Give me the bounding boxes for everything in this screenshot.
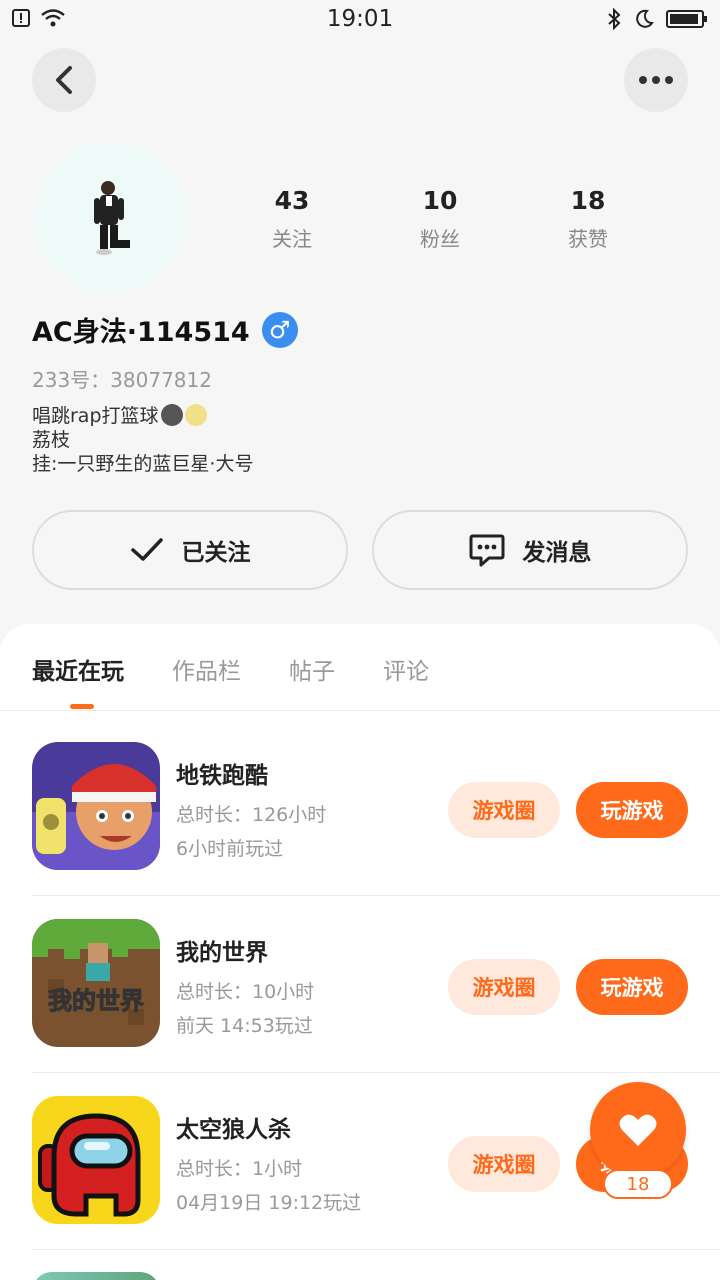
- among-us-game-icon[interactable]: [32, 1096, 160, 1224]
- play-game-button[interactable]: 玩游戏: [576, 782, 688, 838]
- male-gender-icon: ♂: [261, 311, 298, 348]
- game-duration: 总时长：10小时: [176, 981, 315, 1003]
- stat-likes-label: 获赞: [568, 227, 608, 251]
- subway-surfers-art-icon: [32, 742, 160, 870]
- chat-bubble-icon: [469, 534, 504, 567]
- check-icon: [130, 538, 163, 561]
- game-duration: 总时长：126小时: [176, 804, 327, 826]
- send-message-button[interactable]: 发消息: [372, 510, 688, 590]
- minecraft-logo-text: 我的世界: [48, 987, 144, 1015]
- bluetooth-icon: [608, 8, 621, 30]
- username-row: AC身法·114514 ♂: [32, 310, 298, 349]
- battery-icon: [666, 10, 707, 28]
- stat-likes[interactable]: 18 获赞: [514, 186, 662, 252]
- more-dots-icon: [639, 76, 673, 84]
- minecraft-game-icon[interactable]: 我的世界: [32, 919, 160, 1047]
- send-message-button-label: 发消息: [522, 540, 592, 566]
- followed-button-label: 已关注: [181, 540, 251, 566]
- game-circle-button[interactable]: 游戏圈: [448, 959, 560, 1015]
- among-us-art-icon: [32, 1096, 160, 1224]
- new-moon-face-icon: [160, 404, 183, 426]
- back-button[interactable]: [32, 48, 96, 112]
- tab-works[interactable]: 作品栏: [172, 652, 241, 686]
- stat-fans[interactable]: 10 粉丝: [366, 186, 514, 252]
- like-count-badge: 18: [603, 1169, 673, 1199]
- game-duration: 总时长：1小时: [176, 1158, 303, 1180]
- tab-comments[interactable]: 评论: [383, 652, 429, 686]
- game-name: 地铁跑酷: [176, 763, 268, 789]
- bio-line-1-text: 唱跳rap打篮球: [32, 405, 159, 427]
- tab-active-indicator: [70, 704, 94, 709]
- subway-surfers-game-icon[interactable]: [32, 742, 160, 870]
- row-divider: [32, 1072, 720, 1073]
- profile-stats: 43 关注 10 粉丝 18 获赞: [218, 186, 662, 252]
- full-moon-face-icon: [184, 404, 207, 426]
- like-button[interactable]: [590, 1082, 686, 1178]
- status-right: [606, 8, 708, 30]
- game-name: 太空狼人杀: [176, 1117, 291, 1143]
- game-circle-button[interactable]: 游戏圈: [448, 1136, 560, 1192]
- game-last-played: 04月19日 19:12玩过: [176, 1192, 362, 1214]
- tab-posts[interactable]: 帖子: [289, 652, 335, 686]
- stat-following[interactable]: 43 关注: [218, 186, 366, 252]
- game-row[interactable]: 我的世界 我的世界 总时长：10小时 前天 14:53玩过 游戏圈 玩游戏: [32, 897, 720, 1073]
- bio-line-2: 荔枝: [32, 429, 71, 451]
- play-game-button[interactable]: 玩游戏: [576, 959, 688, 1015]
- game-circle-button[interactable]: 游戏圈: [448, 782, 560, 838]
- heart-icon: [619, 1114, 657, 1146]
- game-name: 我的世界: [176, 940, 268, 966]
- minecraft-art-icon: 我的世界: [32, 919, 160, 1047]
- avatar[interactable]: [34, 142, 186, 294]
- username: AC身法·114514: [32, 317, 250, 348]
- followed-button[interactable]: 已关注: [32, 510, 348, 590]
- chevron-left-icon: [56, 66, 72, 94]
- game-last-played: 6小时前玩过: [176, 838, 284, 860]
- bio-line-1: 唱跳rap打篮球: [32, 404, 253, 428]
- bio-line-3: 挂:一只野生的蓝巨星·大号: [32, 453, 254, 475]
- game-last-played: 前天 14:53玩过: [176, 1015, 313, 1037]
- row-divider: [32, 1249, 720, 1250]
- stat-following-count: 43: [274, 186, 310, 215]
- tab-divider: [0, 710, 720, 711]
- stat-likes-count: 18: [570, 186, 606, 215]
- user-id: 233号：38077812: [32, 368, 212, 392]
- stat-following-label: 关注: [272, 227, 312, 251]
- next-game-icon-peek: [32, 1272, 160, 1280]
- moon-icon: [636, 9, 654, 28]
- tab-bar: 最近在玩 作品栏 帖子 评论: [32, 652, 429, 686]
- game-row[interactable]: 地铁跑酷 总时长：126小时 6小时前玩过 游戏圈 玩游戏: [32, 720, 720, 896]
- tab-recently-played[interactable]: 最近在玩: [32, 652, 124, 686]
- more-button[interactable]: [624, 48, 688, 112]
- avatar-figure-icon: [94, 181, 130, 255]
- stat-fans-count: 10: [422, 186, 458, 215]
- row-divider: [32, 895, 720, 896]
- bio: 唱跳rap打篮球 荔枝 挂:一只野生的蓝巨星·大号: [32, 404, 253, 476]
- status-bar: 19:01: [0, 0, 720, 40]
- stat-fans-label: 粉丝: [420, 227, 460, 251]
